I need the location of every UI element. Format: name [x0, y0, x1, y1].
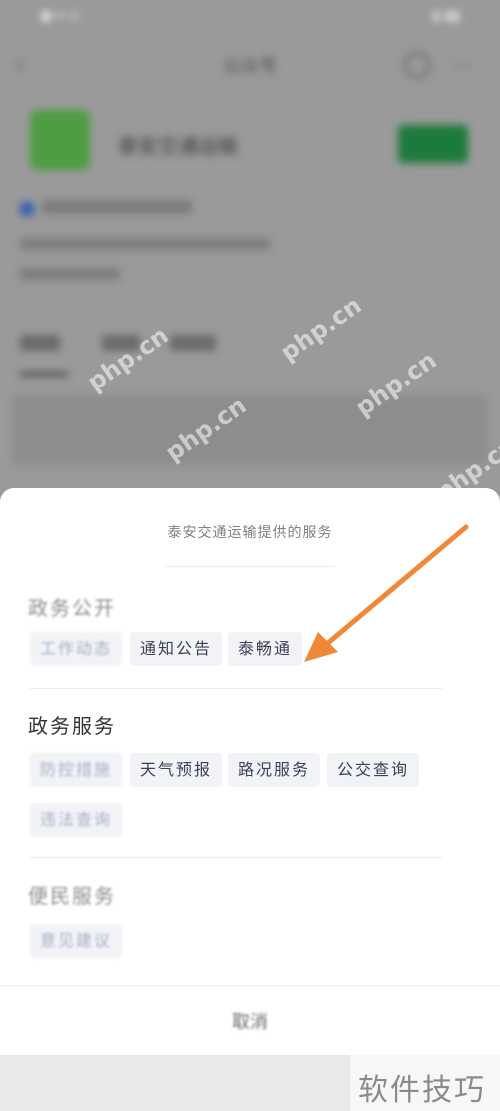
- annotation-arrow-icon: [304, 524, 469, 662]
